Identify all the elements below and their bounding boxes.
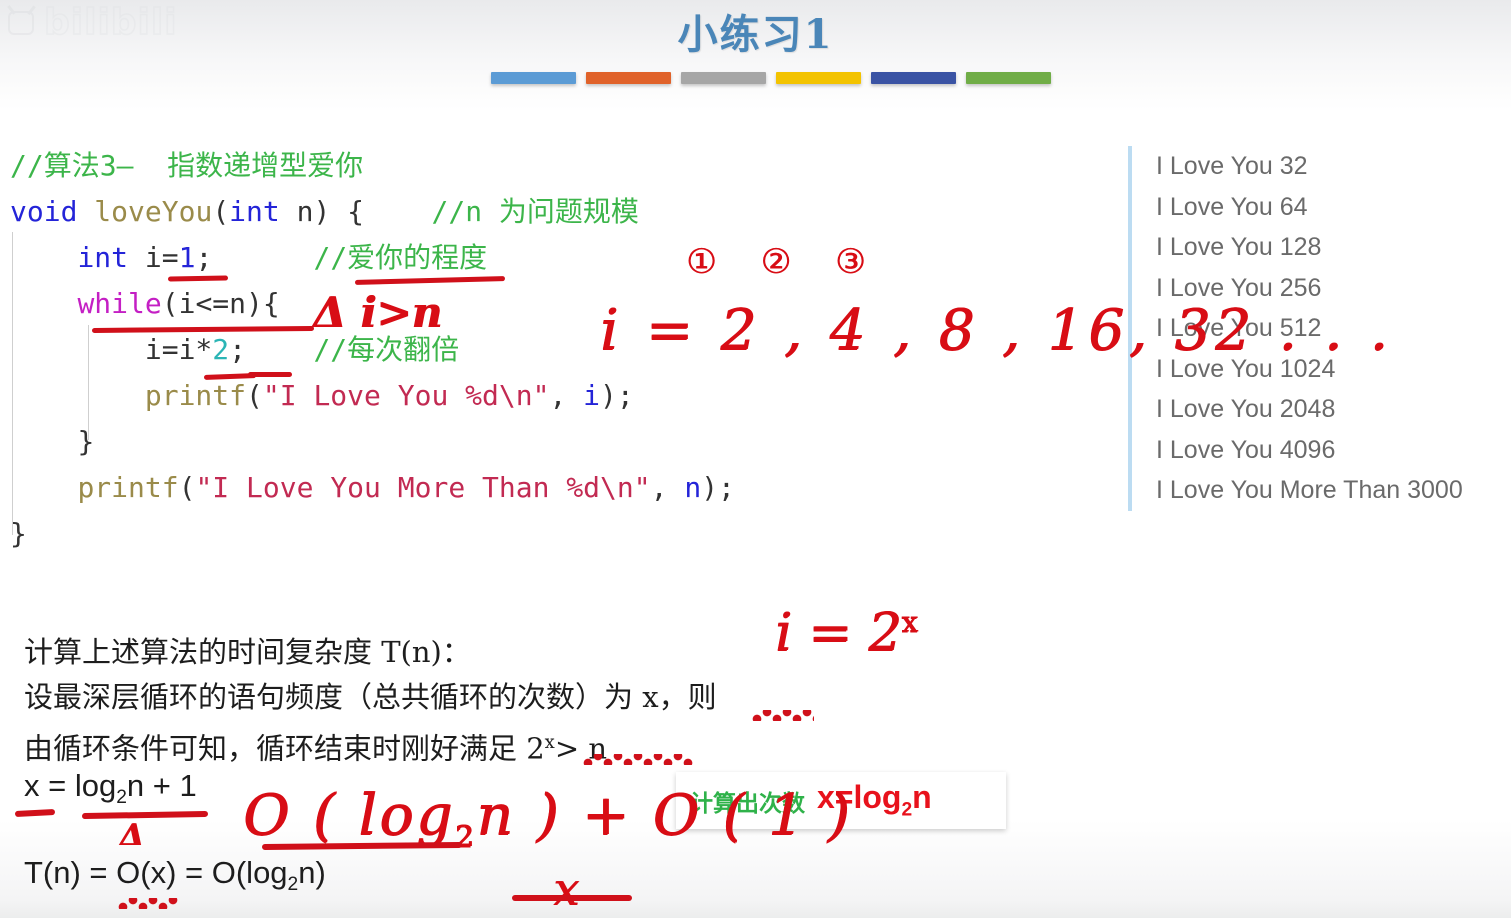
code-var-i: i= <box>144 241 179 274</box>
formula-1-sub: 2 <box>116 787 127 809</box>
callout-formula: x=log2n <box>817 779 932 821</box>
callout-formula-sub: 2 <box>901 799 913 821</box>
output-line: I Love You 32 <box>1156 152 1308 180</box>
analysis-line-3-a: 由循环条件可知，循环结束时刚好满足 2 <box>24 731 545 766</box>
ink-delta-symbol: Δ <box>120 818 144 853</box>
formula-1-a: x = log <box>24 768 117 803</box>
output-line: I Love You 256 <box>1156 273 1322 302</box>
code-line-double: i=i*2; //每次翻倍 <box>10 333 459 366</box>
code-number-1: 1 <box>178 241 196 274</box>
analysis-line-1: 计算上述算法的时间复杂度 T(n)： <box>24 635 471 669</box>
code-line-comment-title: //算法3— 指数递增型爱你 <box>10 149 363 182</box>
code-punct-end-2: ); <box>701 471 735 504</box>
ink-big-a: O ( log <box>243 783 455 848</box>
page-title: 小练习1 <box>677 11 834 58</box>
decorative-bar-2 <box>586 72 671 84</box>
ink-underline-log2n-plus-1 <box>81 810 209 820</box>
code-punct-comma-1: , <box>549 379 584 412</box>
code-punct-paren-p2: ( <box>178 471 196 504</box>
output-line: I Love You 1024 <box>1156 354 1336 383</box>
ink-underline-big-o-1 <box>512 895 632 901</box>
output-line: I Love You 64 <box>1156 192 1308 221</box>
ink-squiggle-2x-gt-n <box>583 754 693 765</box>
code-line-printf-inner: printf("I Love You %d\n", i); <box>10 379 634 412</box>
code-param-n: n <box>296 195 314 228</box>
code-line-while: while(i<=n){ <box>10 287 280 320</box>
callout-label: 计算出次数 <box>690 789 805 816</box>
decorative-bar-3 <box>681 72 766 84</box>
formula-2-sub: 2 <box>287 874 299 896</box>
program-output-panel: I Love You 32 I Love You 64 I Love You 1… <box>1128 146 1511 511</box>
code-line-brace-inner: } <box>10 425 94 458</box>
code-brace-inner: } <box>77 425 95 458</box>
callout-box: 计算出次数 x=log2n <box>676 772 1006 829</box>
code-keyword-int-param: int <box>229 195 280 228</box>
code-arg-n: n <box>684 471 702 504</box>
code-line-brace-outer: } <box>10 517 27 550</box>
code-comment-degree: //爱你的程度 <box>313 241 488 274</box>
code-function-printf-2: printf <box>77 471 179 504</box>
ink-squiggle-tn-result <box>118 898 178 909</box>
code-keyword-while: while <box>77 287 162 320</box>
callout-formula-b: n <box>912 779 932 816</box>
code-comment-n-scale: //n 为问题规模 <box>431 195 639 228</box>
ink-dash-left <box>14 808 56 818</box>
decorative-bar-5 <box>871 72 956 84</box>
ink-underline-i-equals-1 <box>167 275 229 282</box>
analysis-line-2: 设最深层循环的语句频度（总共循环的次数）为 x，则 <box>24 680 717 714</box>
ink-pow-a: i = 2 <box>775 603 902 663</box>
code-function-printf-1: printf <box>144 379 247 412</box>
code-comment-algorithm: //算法3— 指数递增型爱你 <box>10 149 364 182</box>
code-function-loveyou: loveYou <box>94 195 213 228</box>
formula-tn: T(n) = O(x) = O(log2n) <box>24 855 326 896</box>
code-line-printf-outer: printf("I Love You More Than %d\n", n); <box>10 471 735 504</box>
decorative-bar-1 <box>491 72 576 84</box>
slide-canvas: bilibili 小练习1 //算法3— 指数递增型爱你 void loveYo… <box>0 0 1511 918</box>
code-punct-end-1: ); <box>600 379 634 412</box>
output-line: I Love You More Than 3000 <box>1156 476 1463 504</box>
code-brace-outer: } <box>10 517 27 550</box>
output-line: I Love You 2048 <box>1156 395 1336 423</box>
code-while-condition: (i<=n){ <box>161 287 280 320</box>
decorative-bar-6 <box>966 72 1051 84</box>
code-comment-double: //每次翻倍 <box>313 333 460 366</box>
output-line: I Love You 4096 <box>1156 435 1336 464</box>
ink-big-sub: 2 <box>454 819 477 854</box>
code-punct-semicolon-2: ; <box>229 333 247 366</box>
code-arg-i: i <box>583 379 601 412</box>
output-line: I Love You 512 <box>1156 314 1322 342</box>
ink-pow-sup: x <box>901 604 918 639</box>
decorative-bars <box>491 72 1051 84</box>
code-block: //算法3— 指数递增型爱你 void loveYou(int n) { //n… <box>10 143 735 557</box>
code-punct-comma-2: , <box>650 471 685 504</box>
code-punct-paren-p1: ( <box>246 379 263 412</box>
formula-x-equals: x = log2n + 1 <box>24 768 197 809</box>
code-keyword-int-decl: int <box>77 241 129 274</box>
formula-1-b: n + 1 <box>126 768 197 803</box>
ink-squiggle-wei-x <box>752 710 814 721</box>
code-string-love-more: "I Love You More Than %d\n" <box>195 471 651 504</box>
code-line-decl: int i=1; //爱你的程度 <box>10 241 487 274</box>
formula-2-a: T(n) = O(x) = O(log <box>24 855 288 890</box>
ink-i-equals-2-pow-x: i = 2x <box>775 603 917 663</box>
code-line-signature: void loveYou(int n) { //n 为问题规模 <box>10 195 639 228</box>
analysis-line-3-sup: x <box>544 732 555 753</box>
code-keyword-void: void <box>10 195 78 228</box>
code-punct-close-paren: ) { <box>313 195 365 228</box>
code-number-2: 2 <box>212 333 230 366</box>
decorative-bar-4 <box>776 72 861 84</box>
code-punct-semicolon-1: ; <box>195 241 213 274</box>
ink-underline-big-o-log <box>261 841 463 851</box>
code-string-love: "I Love You %d\n" <box>262 379 550 412</box>
callout-formula-a: x=log <box>817 779 902 816</box>
code-punct-open-paren: ( <box>212 195 230 228</box>
formula-2-b: n) <box>298 855 326 890</box>
code-stmt-double-a: i=i* <box>144 333 213 366</box>
ink-x-mark: x <box>553 862 579 916</box>
complexity-analysis-text: 计算上述算法的时间复杂度 T(n)： 设最深层循环的语句频度（总共循环的次数）为… <box>24 630 717 772</box>
output-line: I Love You 128 <box>1156 233 1322 261</box>
